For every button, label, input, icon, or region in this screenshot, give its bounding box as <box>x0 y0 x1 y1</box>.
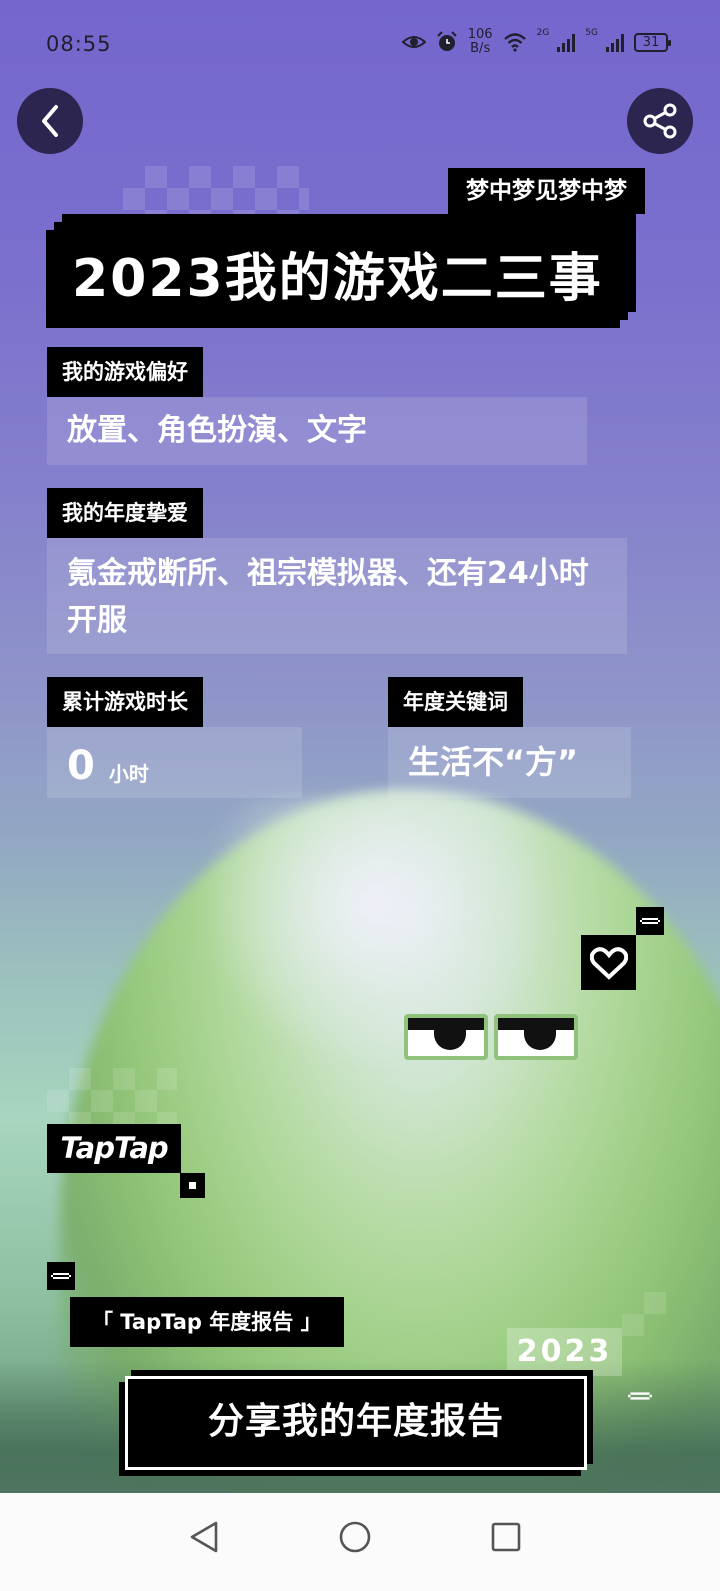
nav-home-button[interactable] <box>333 1515 377 1559</box>
report-subtitle: 梦中梦见梦中梦 <box>454 168 639 214</box>
heart-badge <box>581 935 636 990</box>
battery-icon: 31 <box>634 32 671 52</box>
playtime-label: 累计游戏时长 <box>47 677 203 727</box>
report-title-box: 2023我的游戏二三事 <box>54 222 628 320</box>
playtime-value: 0 <box>67 743 95 789</box>
signal-type-5g: 5G <box>585 28 598 38</box>
network-speed: 106 B/s <box>468 28 493 56</box>
chevron-left-icon <box>42 105 58 137</box>
network-speed-value: 106 <box>467 27 493 42</box>
circle-home-icon <box>339 1521 371 1553</box>
pixel-tag <box>47 1262 75 1290</box>
wifi-icon <box>503 33 526 52</box>
signal-type-2g: 2G <box>536 28 550 38</box>
pixel-pattern <box>123 166 309 216</box>
pixel-pattern <box>47 1068 177 1124</box>
playtime-unit: 小时 <box>108 762 149 786</box>
pixel-dash-icon <box>51 1273 71 1279</box>
share-button[interactable] <box>627 88 693 154</box>
signal-strength-icon <box>606 32 624 52</box>
pixel-dot <box>180 1173 205 1198</box>
nav-recents-button[interactable] <box>484 1515 528 1559</box>
signal-strength-icon <box>557 32 576 52</box>
report-screen: 08:55 106 B/s 2G 5G 31 梦中梦见梦中梦 2023我的游戏二… <box>0 0 720 1515</box>
pixel-tag <box>626 1382 654 1410</box>
report-title: 2023我的游戏二三事 <box>72 249 603 309</box>
status-icons: 106 B/s 2G 5G 31 <box>401 28 671 56</box>
status-time: 08:55 <box>46 32 112 56</box>
report-brand-tag: 「 TapTap 年度报告 」 <box>76 1297 338 1347</box>
fluffy-creature-highlight <box>210 800 540 1060</box>
nav-back-button[interactable] <box>182 1515 226 1559</box>
back-button[interactable] <box>17 88 83 154</box>
heart-icon <box>589 946 628 980</box>
status-bar: 08:55 106 B/s 2G 5G 31 <box>0 0 720 88</box>
share-report-button[interactable]: 分享我的年度报告 <box>125 1376 587 1470</box>
pixel-tag <box>636 907 664 935</box>
year-tag: 2023 <box>507 1328 622 1376</box>
share-icon <box>643 103 677 139</box>
preference-label: 我的游戏偏好 <box>47 347 203 397</box>
alarm-icon <box>437 31 457 51</box>
favorite-value: 氪金戒断所、祖宗模拟器、还有24小时开服 <box>47 538 627 654</box>
taptap-logo: TapTap <box>47 1124 181 1173</box>
pixel-dash-icon <box>640 918 660 924</box>
triangle-back-icon <box>190 1521 218 1553</box>
keyword-value: 生活不“方” <box>388 727 631 798</box>
favorite-label: 我的年度挚爱 <box>47 488 203 538</box>
playtime-value-box: 0 小时 <box>47 727 302 798</box>
network-speed-unit: B/s <box>470 41 491 56</box>
system-nav-bar <box>0 1493 720 1591</box>
square-recents-icon <box>491 1522 521 1552</box>
pixel-pattern <box>622 1292 666 1336</box>
creature-eye-right <box>494 1014 578 1060</box>
keyword-label: 年度关键词 <box>388 677 523 727</box>
preference-value: 放置、角色扮演、文字 <box>47 397 587 465</box>
creature-eye-left <box>404 1014 488 1060</box>
eye-comfort-icon <box>401 36 426 48</box>
pixel-dash-icon <box>628 1392 652 1400</box>
